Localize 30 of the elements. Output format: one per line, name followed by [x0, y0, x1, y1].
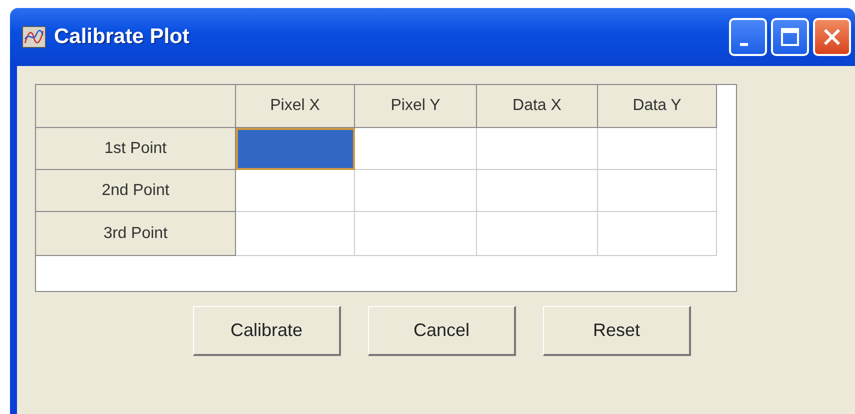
dialog-button[interactable]: Calibrate: [193, 306, 341, 356]
table-cell[interactable]: [598, 212, 717, 256]
table-cell[interactable]: [477, 170, 598, 212]
table-cell[interactable]: [355, 212, 477, 256]
table-cell[interactable]: [355, 128, 477, 170]
column-header: Data Y: [598, 85, 717, 128]
table-cell[interactable]: [477, 128, 598, 170]
column-header: Pixel X: [236, 85, 355, 128]
chart-icon: [22, 26, 46, 48]
column-header: Pixel Y: [355, 85, 477, 128]
table-cell[interactable]: [236, 170, 355, 212]
maximize-icon: [780, 27, 800, 47]
row-header: 2nd Point: [36, 170, 236, 212]
maximize-button[interactable]: [771, 18, 809, 56]
table-cell[interactable]: [598, 170, 717, 212]
table-cell[interactable]: [355, 170, 477, 212]
close-icon: [822, 27, 842, 47]
dialog-button[interactable]: Cancel: [368, 306, 516, 356]
minimize-button[interactable]: [729, 18, 767, 56]
minimize-icon: [740, 42, 748, 46]
row-header: 3rd Point: [36, 212, 236, 256]
close-button[interactable]: [813, 18, 851, 56]
table-cell[interactable]: [598, 128, 717, 170]
table-cell[interactable]: [477, 212, 598, 256]
table-cell[interactable]: [236, 128, 355, 170]
dialog-button[interactable]: Reset: [543, 306, 691, 356]
row-header: 1st Point: [36, 128, 236, 170]
table-cell[interactable]: [236, 212, 355, 256]
window-title: Calibrate Plot: [54, 25, 190, 49]
column-header: Data X: [477, 85, 598, 128]
